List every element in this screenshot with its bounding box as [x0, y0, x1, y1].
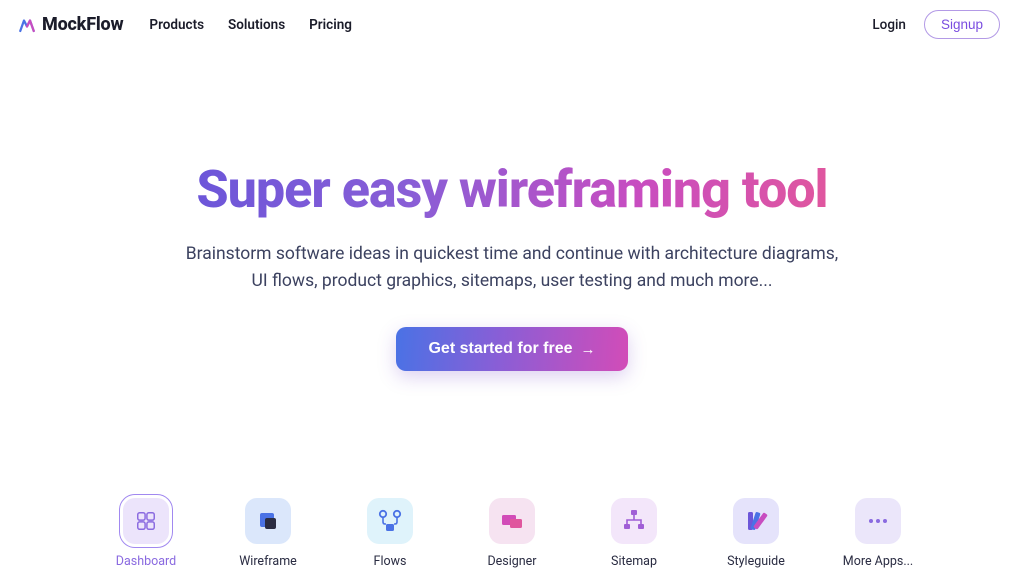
main-nav: Products Solutions Pricing — [149, 17, 352, 33]
arrow-right-icon: → — [581, 341, 596, 358]
app-label: More Apps... — [843, 554, 913, 569]
designer-icon — [489, 498, 535, 544]
dashboard-icon — [123, 498, 169, 544]
logo-text: MockFlow — [42, 14, 123, 35]
app-more[interactable]: More Apps... — [838, 498, 918, 569]
get-started-button[interactable]: Get started for free → — [396, 327, 627, 371]
cta-label: Get started for free — [428, 340, 572, 358]
styleguide-icon — [733, 498, 779, 544]
app-styleguide[interactable]: Styleguide — [716, 498, 796, 569]
app-label: Dashboard — [116, 554, 176, 569]
app-flows[interactable]: Flows — [350, 498, 430, 569]
header-right: Login Signup — [872, 10, 1000, 39]
hero: Super easy wireframing tool Brainstorm s… — [0, 161, 1024, 371]
flows-icon — [367, 498, 413, 544]
sitemap-icon — [611, 498, 657, 544]
app-label: Wireframe — [239, 554, 297, 569]
signup-button[interactable]: Signup — [924, 10, 1000, 39]
nav-products[interactable]: Products — [149, 17, 204, 33]
app-label: Flows — [374, 554, 407, 569]
apps-strip: Dashboard Wireframe Flows — [0, 498, 1024, 577]
wireframe-icon — [245, 498, 291, 544]
login-link[interactable]: Login — [872, 17, 906, 33]
nav-pricing[interactable]: Pricing — [309, 17, 352, 33]
app-dashboard[interactable]: Dashboard — [106, 498, 186, 569]
app-wireframe[interactable]: Wireframe — [228, 498, 308, 569]
more-icon — [855, 498, 901, 544]
header: MockFlow Products Solutions Pricing Logi… — [0, 0, 1024, 49]
hero-subtitle: Brainstorm software ideas in quickest ti… — [182, 241, 842, 295]
header-left: MockFlow Products Solutions Pricing — [18, 14, 352, 35]
app-label: Designer — [487, 554, 536, 569]
nav-solutions[interactable]: Solutions — [228, 17, 285, 33]
app-sitemap[interactable]: Sitemap — [594, 498, 674, 569]
app-designer[interactable]: Designer — [472, 498, 552, 569]
app-label: Sitemap — [611, 554, 657, 569]
app-label: Styleguide — [727, 554, 785, 569]
logo[interactable]: MockFlow — [18, 14, 123, 35]
hero-title: Super easy wireframing tool — [196, 161, 827, 219]
logo-mark-icon — [18, 16, 36, 34]
